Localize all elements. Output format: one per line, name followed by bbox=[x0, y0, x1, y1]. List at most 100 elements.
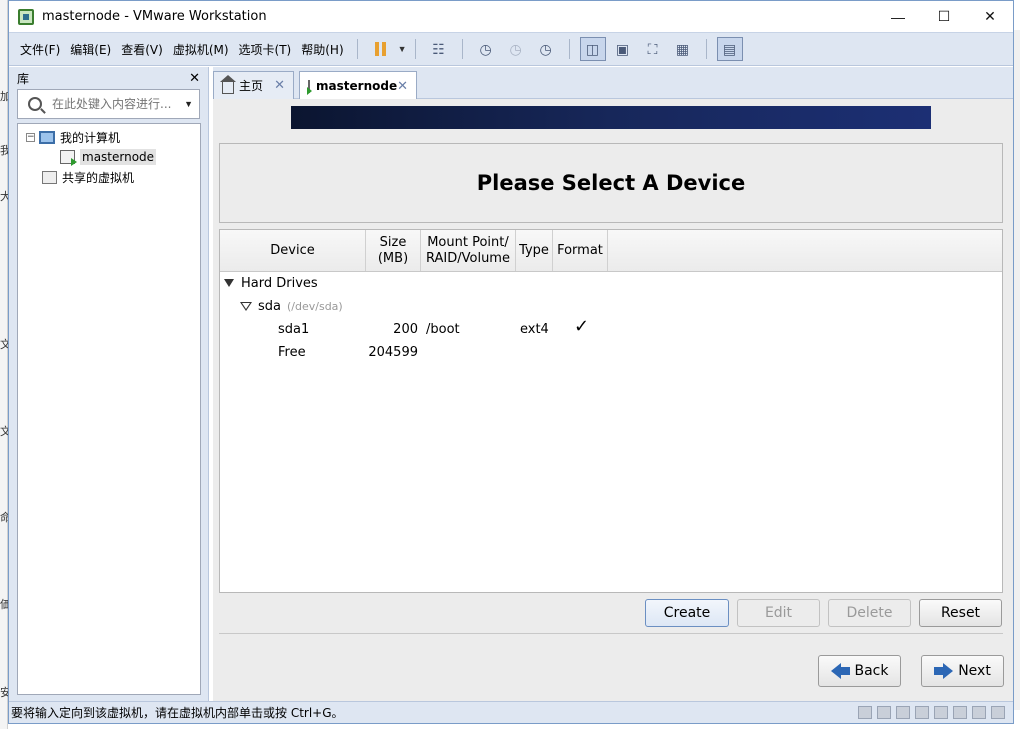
library-title: 库 bbox=[17, 71, 30, 86]
tab-close-icon[interactable]: ✕ bbox=[274, 78, 285, 93]
toolbar-separator bbox=[461, 39, 463, 59]
search-icon bbox=[28, 97, 42, 111]
menu-edit[interactable]: 编辑(E) bbox=[65, 41, 116, 58]
revert-snapshot-icon[interactable]: ◷ bbox=[503, 37, 529, 61]
window-title: masternode - VMware Workstation bbox=[42, 9, 267, 24]
group-row-hard-drives[interactable]: Hard Drives bbox=[224, 272, 318, 294]
tab-bar: 主页 ✕ masternode ✕ bbox=[213, 67, 1013, 100]
snapshot-manager-icon[interactable]: ◷ bbox=[533, 37, 559, 61]
cell-mount: /boot bbox=[426, 321, 460, 337]
vm-console-screen[interactable]: Please Select A Device Device Size (MB) M… bbox=[213, 99, 1013, 701]
hdd-icon[interactable] bbox=[858, 706, 872, 719]
tree-item-masternode[interactable]: masternode bbox=[18, 147, 200, 167]
display-icon[interactable] bbox=[972, 706, 986, 719]
installer-heading-box: Please Select A Device bbox=[219, 143, 1003, 223]
background-window-strip: 加 我 大 文 文 命 価 安 bbox=[0, 0, 11, 729]
cdrom-icon[interactable] bbox=[877, 706, 891, 719]
table-row[interactable]: Free 204599 bbox=[220, 341, 1002, 363]
home-icon bbox=[220, 74, 236, 94]
maximize-button[interactable]: ☐ bbox=[921, 1, 967, 32]
create-button[interactable]: Create bbox=[645, 599, 729, 627]
cell-device: Free bbox=[278, 344, 306, 360]
pause-icon[interactable] bbox=[368, 37, 394, 61]
back-button[interactable]: Back bbox=[818, 655, 901, 687]
column-header-text: Mount Point/ bbox=[427, 234, 509, 250]
show-library-icon[interactable]: ◫ bbox=[579, 37, 606, 61]
disk-path: (/dev/sda) bbox=[287, 299, 343, 313]
vm-running-icon bbox=[60, 150, 77, 166]
title-bar: masternode - VMware Workstation — ☐ ✕ bbox=[9, 1, 1013, 32]
library-search-box[interactable]: ▼ bbox=[17, 89, 200, 119]
tab-home[interactable]: 主页 ✕ bbox=[213, 71, 294, 99]
group-label: Hard Drives bbox=[241, 275, 318, 291]
library-close-icon[interactable]: ✕ bbox=[189, 71, 200, 86]
cell-type: ext4 bbox=[520, 321, 549, 337]
column-header-format[interactable]: Format bbox=[553, 230, 608, 271]
vmware-app-icon bbox=[18, 8, 34, 25]
tree-item-shared-vms[interactable]: 共享的虚拟机 bbox=[18, 167, 200, 187]
cell-size: 200 bbox=[393, 321, 418, 337]
delete-button[interactable]: Delete bbox=[828, 599, 911, 627]
column-header-device[interactable]: Device bbox=[220, 230, 366, 271]
sound-icon[interactable] bbox=[934, 706, 948, 719]
tree-item-my-computer[interactable]: − 我的计算机 bbox=[18, 127, 200, 147]
unity-icon[interactable]: ▦ bbox=[670, 37, 696, 61]
menu-tabs[interactable]: 选项卡(T) bbox=[234, 41, 297, 58]
next-arrow-icon bbox=[934, 663, 954, 679]
console-view-icon[interactable]: ▤ bbox=[716, 37, 743, 61]
collapse-icon[interactable]: − bbox=[26, 132, 35, 142]
table-row[interactable]: sda1 200 /boot ext4 ✓ bbox=[220, 316, 1002, 340]
vm-running-icon bbox=[307, 79, 313, 95]
column-header-type[interactable]: Type bbox=[516, 230, 553, 271]
tab-label: 主页 bbox=[239, 79, 264, 93]
library-panel: 库 ✕ ▼ − 我的计算机 masternode 共享的虚拟机 bbox=[9, 67, 209, 701]
expand-triangle-icon[interactable] bbox=[224, 279, 234, 287]
tab-close-icon[interactable]: ✕ bbox=[397, 79, 408, 94]
toolbar-separator bbox=[568, 39, 570, 59]
send-ctrl-alt-del-icon[interactable]: ☷ bbox=[426, 37, 452, 61]
divider bbox=[219, 633, 1003, 634]
menu-view[interactable]: 查看(V) bbox=[116, 41, 168, 58]
library-header: 库 ✕ bbox=[9, 67, 208, 89]
minimize-button[interactable]: — bbox=[875, 1, 921, 32]
close-window-button[interactable]: ✕ bbox=[967, 1, 1013, 32]
usb-icon[interactable] bbox=[915, 706, 929, 719]
reset-button[interactable]: Reset bbox=[919, 599, 1002, 627]
tab-masternode[interactable]: masternode ✕ bbox=[299, 71, 417, 100]
library-search-input[interactable] bbox=[52, 97, 185, 111]
search-dropdown-icon[interactable]: ▼ bbox=[184, 99, 193, 109]
next-button[interactable]: Next bbox=[921, 655, 1004, 687]
column-header-size[interactable]: Size (MB) bbox=[366, 230, 421, 271]
back-arrow-icon bbox=[830, 663, 851, 679]
toolbar-separator bbox=[356, 39, 358, 59]
snapshot-icon[interactable]: ◷ bbox=[473, 37, 499, 61]
back-button-label: Back bbox=[854, 663, 889, 679]
toolbar-separator bbox=[705, 39, 707, 59]
table-header: Device Size (MB) Mount Point/RAID/Volume … bbox=[220, 230, 1002, 272]
device-status-icons bbox=[858, 706, 1005, 719]
column-header-text: Size bbox=[379, 234, 407, 250]
menu-toolbar-bar: 文件(F) 编辑(E) 查看(V) 虚拟机(M) 选项卡(T) 帮助(H) ▼ … bbox=[9, 32, 1013, 66]
network-icon[interactable] bbox=[896, 706, 910, 719]
column-header-mount[interactable]: Mount Point/RAID/Volume bbox=[421, 230, 516, 271]
printer-icon[interactable] bbox=[953, 706, 967, 719]
column-header-text: RAID/Volume bbox=[426, 250, 510, 266]
menu-help[interactable]: 帮助(H) bbox=[296, 41, 348, 58]
menu-file[interactable]: 文件(F) bbox=[15, 41, 65, 58]
device-table: Device Size (MB) Mount Point/RAID/Volume … bbox=[219, 229, 1003, 593]
format-check-icon: ✓ bbox=[574, 316, 590, 337]
status-bar: 要将输入定向到该虚拟机，请在虚拟机内部单击或按 Ctrl+G。 bbox=[9, 701, 1013, 723]
menu-vm[interactable]: 虚拟机(M) bbox=[168, 41, 234, 58]
page-title: Please Select A Device bbox=[476, 171, 746, 195]
library-tree: − 我的计算机 masternode 共享的虚拟机 bbox=[17, 123, 201, 695]
tree-label: 共享的虚拟机 bbox=[62, 170, 135, 185]
power-dropdown-icon[interactable]: ▼ bbox=[398, 44, 407, 54]
thumbnail-bar-icon[interactable]: ▣ bbox=[610, 37, 636, 61]
tree-label: 我的计算机 bbox=[60, 130, 121, 145]
expand-triangle-icon[interactable] bbox=[240, 302, 252, 311]
edit-button[interactable]: Edit bbox=[737, 599, 820, 627]
message-icon[interactable] bbox=[991, 706, 1005, 719]
full-screen-icon[interactable]: ⛶ bbox=[640, 37, 666, 61]
cell-size: 204599 bbox=[368, 344, 418, 360]
disk-row-sda[interactable]: sda (/dev/sda) bbox=[240, 295, 343, 317]
